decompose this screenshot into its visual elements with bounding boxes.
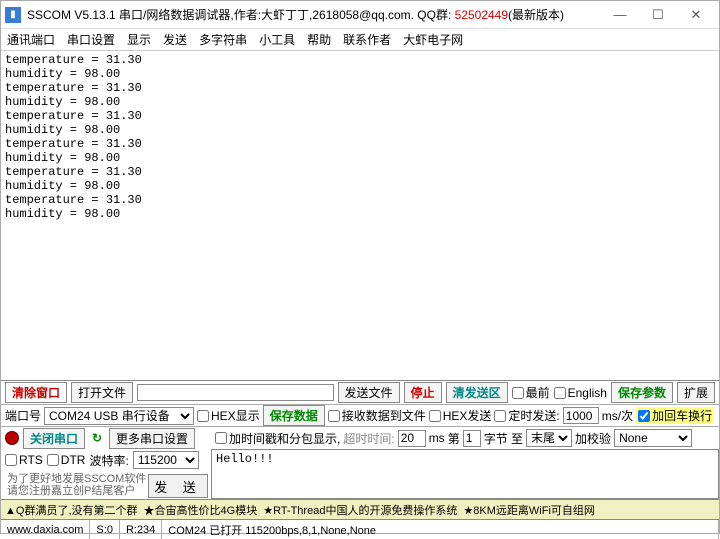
footer-qq-group[interactable]: ▲Q群满员了,没有第二个群 — [5, 502, 138, 518]
port-label: 端口号 — [5, 407, 41, 424]
recv-to-file-checkbox[interactable] — [328, 410, 340, 422]
add-crlf-checkbox[interactable] — [638, 410, 650, 422]
dtr-label: DTR — [61, 453, 86, 467]
add-crlf-label: 加回车换行 — [652, 407, 712, 424]
end-select[interactable]: 末尾 — [526, 429, 572, 447]
checksum-label: 加校验 — [575, 430, 611, 447]
save-params-button[interactable]: 保存参数 — [611, 382, 673, 403]
menu-contact[interactable]: 联系作者 — [343, 31, 391, 48]
rts-checkbox[interactable] — [5, 454, 17, 466]
menu-port[interactable]: 通讯端口 — [7, 31, 55, 48]
refresh-icon[interactable]: ↻ — [89, 430, 105, 446]
byte-no-label: 第 — [448, 430, 460, 447]
byte-no-input[interactable] — [463, 430, 481, 447]
menu-help[interactable]: 帮助 — [307, 31, 331, 48]
terminal-output[interactable]: temperature = 31.30 humidity = 98.00 tem… — [1, 51, 719, 381]
menu-multistring[interactable]: 多字符串 — [199, 31, 247, 48]
app-icon: ▮ — [5, 7, 21, 23]
more-port-settings-button[interactable]: 更多串口设置 — [109, 428, 195, 449]
menu-send[interactable]: 发送 — [163, 31, 187, 48]
timeout-input[interactable] — [398, 430, 426, 447]
maximize-button[interactable]: ☐ — [639, 3, 677, 27]
timer-send-label: 定时发送: — [508, 407, 559, 424]
footer-link-4g[interactable]: ★合宙高性价比4G模块 — [144, 502, 258, 518]
menubar: 通讯端口 串口设置 显示 发送 多字符串 小工具 帮助 联系作者 大虾电子网 — [1, 29, 719, 51]
topmost-checkbox[interactable] — [512, 387, 524, 399]
clear-window-button[interactable]: 清除窗口 — [5, 382, 67, 403]
english-checkbox[interactable] — [554, 387, 566, 399]
status-connection: COM24 已打开 115200bps,8,1,None,None — [162, 520, 719, 539]
timestamp-checkbox[interactable] — [215, 432, 227, 444]
menu-tools[interactable]: 小工具 — [259, 31, 295, 48]
status-bar: www.daxia.com S:0 R:234 COM24 已打开 115200… — [1, 519, 719, 539]
titlebar: ▮ SSCOM V5.13.1 串口/网络数据调试器,作者:大虾丁丁,26180… — [1, 1, 719, 29]
hex-send-checkbox[interactable] — [429, 410, 441, 422]
topmost-label: 最前 — [526, 384, 550, 401]
file-path-input[interactable] — [137, 384, 334, 401]
ms-label: ms — [429, 431, 445, 445]
timeout-label: 超时时间: — [343, 430, 394, 447]
hex-send-label: HEX发送 — [443, 407, 492, 424]
status-led-icon — [5, 431, 19, 445]
close-port-button[interactable]: 关闭串口 — [23, 428, 85, 449]
stop-button[interactable]: 停止 — [404, 382, 442, 403]
port-select[interactable]: COM24 USB 串行设备 — [44, 407, 194, 425]
close-button[interactable]: ✕ — [677, 3, 715, 27]
baud-label: 波特率: — [89, 452, 128, 469]
window-title: SSCOM V5.13.1 串口/网络数据调试器,作者:大虾丁丁,2618058… — [27, 6, 601, 23]
hex-display-label: HEX显示 — [211, 407, 260, 424]
status-url[interactable]: www.daxia.com — [1, 520, 90, 539]
clear-send-button[interactable]: 清发送区 — [446, 382, 508, 403]
timestamp-label: 加时间戳和分包显示, — [229, 430, 340, 447]
interval-input[interactable] — [563, 407, 599, 424]
hex-display-checkbox[interactable] — [197, 410, 209, 422]
baud-select[interactable]: 115200 — [133, 451, 199, 469]
send-input[interactable] — [211, 449, 719, 499]
rts-label: RTS — [19, 453, 43, 467]
english-label: English — [568, 386, 607, 400]
footer-link-wifi[interactable]: ★8KM远距离WiFi可自组网 — [463, 502, 594, 518]
footer-link-rtthread[interactable]: ★RT-Thread中国人的开源免费操作系统 — [263, 502, 457, 518]
expand-button[interactable]: 扩展 — [677, 382, 715, 403]
byte-to-label: 字节 至 — [484, 430, 523, 447]
interval-unit-label: ms/次 — [602, 407, 633, 424]
menu-website[interactable]: 大虾电子网 — [403, 31, 463, 48]
status-sent: S:0 — [90, 520, 120, 539]
dtr-checkbox[interactable] — [47, 454, 59, 466]
toolbar-row-1: 清除窗口 打开文件 发送文件 停止 清发送区 最前 English 保存参数 扩… — [1, 381, 719, 405]
open-file-button[interactable]: 打开文件 — [71, 382, 133, 403]
checksum-select[interactable]: None — [614, 429, 692, 447]
status-received: R:234 — [120, 520, 162, 539]
menu-serial-settings[interactable]: 串口设置 — [67, 31, 115, 48]
toolbar-row-2: 端口号 COM24 USB 串行设备 HEX显示 保存数据 接收数据到文件 HE… — [1, 405, 719, 427]
send-button[interactable]: 发 送 — [148, 474, 208, 498]
send-file-button[interactable]: 发送文件 — [338, 382, 400, 403]
save-data-button[interactable]: 保存数据 — [263, 405, 325, 426]
recv-to-file-label: 接收数据到文件 — [342, 407, 426, 424]
minimize-button[interactable]: — — [601, 3, 639, 27]
footer-links: ▲Q群满员了,没有第二个群 ★合宙高性价比4G模块 ★RT-Thread中国人的… — [1, 499, 719, 519]
timer-send-checkbox[interactable] — [494, 410, 506, 422]
toolbar-row-3-4: 关闭串口 ↻ 更多串口设置 RTS DTR 波特率: 115200 为了更好地发… — [1, 427, 719, 499]
menu-display[interactable]: 显示 — [127, 31, 151, 48]
